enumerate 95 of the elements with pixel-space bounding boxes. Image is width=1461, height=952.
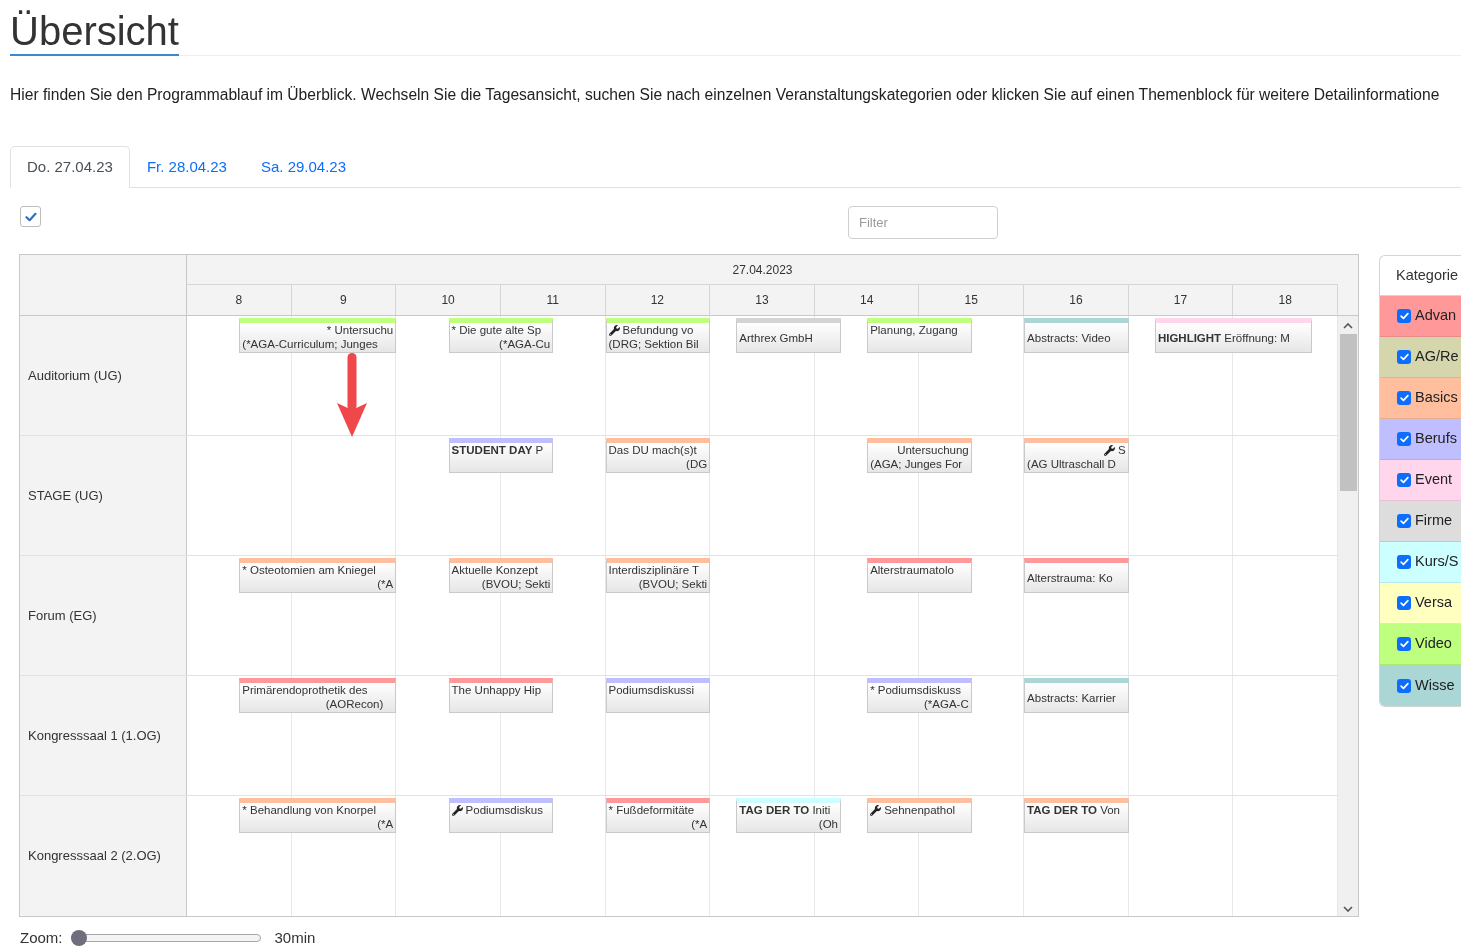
hour-label: 13 — [710, 285, 815, 315]
event-block[interactable]: S (AG Ultraschall D — [1024, 438, 1129, 473]
hour-label: 12 — [605, 285, 711, 315]
category-checkbox[interactable] — [1397, 350, 1411, 364]
date-tab[interactable]: Fr. 28.04.23 — [129, 146, 244, 188]
check-icon — [1399, 681, 1409, 690]
scrollbar-thumb[interactable] — [1339, 334, 1357, 491]
wrench-icon — [870, 804, 882, 816]
wrench-icon — [451, 804, 463, 816]
category-label: Firme — [1415, 511, 1453, 531]
event-block[interactable]: Planung, Zugang — [867, 318, 972, 353]
hour-label: 9 — [291, 285, 397, 315]
date-tab[interactable]: Sa. 29.04.23 — [243, 146, 364, 188]
event-block[interactable]: Podiumsdiskussi — [605, 678, 711, 713]
category-label: Advan — [1415, 306, 1457, 326]
event-block[interactable]: * Die gute alte Sp (*AGA-Cu — [448, 318, 554, 353]
event-block[interactable]: Podiumsdiskus — [448, 798, 554, 833]
wrench-icon — [1104, 444, 1116, 456]
check-icon — [1399, 599, 1409, 607]
event-block[interactable]: STUDENT DAY P — [448, 438, 554, 473]
check-icon — [1399, 640, 1409, 648]
page-title: Übersicht — [10, 8, 179, 56]
event-block[interactable]: HIGHLIGHT Eröffnung: M — [1154, 318, 1312, 353]
zoom-label: Zoom: — [20, 929, 63, 947]
event-block[interactable]: TAG DER TO Von — [1024, 798, 1129, 833]
date-tab[interactable]: Do. 27.04.23 — [10, 146, 130, 188]
hour-label: 14 — [814, 285, 920, 315]
hour-label: 15 — [919, 285, 1025, 315]
category-checkbox[interactable] — [1397, 309, 1411, 323]
category-checkbox[interactable] — [1397, 596, 1411, 610]
event-block[interactable]: * Untersuchu (*AGA-Curriculum; Junges — [239, 318, 397, 353]
slider-thumb[interactable] — [70, 930, 87, 946]
category-checkbox[interactable] — [1397, 678, 1411, 693]
event-block[interactable]: Befundung vo (DRG; Sektion Bil — [605, 318, 711, 353]
event-block[interactable]: Primärendoprothetik des (AORecon) — [239, 678, 397, 713]
check-icon — [1399, 435, 1409, 443]
check-icon — [1399, 517, 1409, 525]
check-icon — [24, 211, 37, 222]
category-label: AG/Re — [1415, 347, 1459, 367]
event-block[interactable]: * Fußdeformitäte (*A — [605, 798, 711, 833]
room-label: Forum (EG) — [20, 556, 187, 675]
event-block[interactable]: Arthrex GmbH — [736, 318, 841, 353]
event-block[interactable]: Sehnenpathol — [867, 798, 972, 833]
event-block[interactable]: Das DU mach(s)t (DG — [605, 438, 711, 473]
room-label: Auditorium (UG) — [20, 316, 187, 435]
event-block[interactable]: Untersuchung (AGA; Junges For — [867, 438, 972, 473]
intro-text: Hier finden Sie den Programmablauf im Überblick. Wechseln Sie die Tagesansicht, suchen Sie nach einzelnen Veranstaltungskategorien oder klicken Sie auf einen Themenblock für weitere Detailinformatione — [10, 85, 1440, 105]
check-icon — [1399, 476, 1409, 484]
category-checkbox[interactable] — [1397, 473, 1411, 487]
category-checkbox[interactable] — [1397, 637, 1411, 651]
event-block[interactable]: * Behandlung von Knorpel (*A — [239, 798, 397, 833]
category-label: Kurs/S — [1415, 552, 1459, 572]
event-block[interactable]: The Unhappy Hip — [448, 678, 554, 713]
down-arrow-icon — [337, 353, 367, 437]
category-checkbox[interactable] — [1397, 555, 1411, 569]
event-block[interactable]: Abstracts: Karrier — [1024, 678, 1129, 713]
event-block[interactable]: TAG DER TO Initi (Oh — [736, 798, 841, 833]
zoom-slider[interactable] — [70, 930, 261, 946]
chevron-up-icon[interactable] — [1343, 323, 1353, 329]
check-icon — [1399, 312, 1409, 320]
date-label: 27.04.2023 — [187, 255, 1338, 285]
hour-label: 11 — [500, 285, 606, 315]
category-label: Berufs — [1415, 429, 1457, 449]
hour-label: 16 — [1024, 285, 1129, 315]
event-block[interactable]: Abstracts: Video — [1024, 318, 1129, 353]
event-block[interactable]: Aktuelle Konzept (BVOU; Sekti — [448, 558, 554, 593]
category-label: Versa — [1415, 593, 1453, 613]
event-block[interactable]: * Podiumsdiskuss (*AGA-C — [867, 678, 972, 713]
check-icon — [1399, 353, 1409, 361]
scrollbar[interactable] — [1338, 316, 1358, 916]
chevron-down-icon[interactable] — [1343, 906, 1353, 912]
category-label: Basics — [1415, 388, 1458, 408]
category-checkbox[interactable] — [1397, 514, 1411, 528]
checkbox[interactable] — [20, 206, 41, 227]
check-icon — [1399, 558, 1409, 566]
event-block[interactable]: Alterstrauma: Ko — [1024, 558, 1129, 593]
category-checkbox[interactable] — [1397, 432, 1411, 446]
category-checkbox[interactable] — [1397, 391, 1411, 405]
hour-label: 8 — [187, 285, 292, 315]
hour-label: 17 — [1128, 285, 1234, 315]
event-block[interactable]: * Osteotomien am Kniegel (*A — [239, 558, 397, 593]
category-label: Wisse — [1415, 675, 1455, 695]
category-label: Video — [1415, 634, 1452, 654]
room-label: Kongresssaal 2 (2.OG) — [20, 796, 187, 916]
zoom-value: 30min — [274, 929, 316, 947]
event-block[interactable]: Interdisziplinäre T (BVOU; Sekti — [605, 558, 711, 593]
filter-field[interactable]: Filter — [848, 206, 998, 239]
room-label: STAGE (UG) — [20, 436, 187, 555]
event-block[interactable]: Alterstraumatolo — [867, 558, 972, 593]
check-icon — [1399, 394, 1409, 402]
category-label: Event — [1415, 470, 1453, 490]
hour-label: 18 — [1233, 285, 1338, 315]
hour-label: 10 — [396, 285, 501, 315]
wrench-icon — [608, 324, 620, 336]
room-label: Kongresssaal 1 (1.OG) — [20, 676, 187, 795]
